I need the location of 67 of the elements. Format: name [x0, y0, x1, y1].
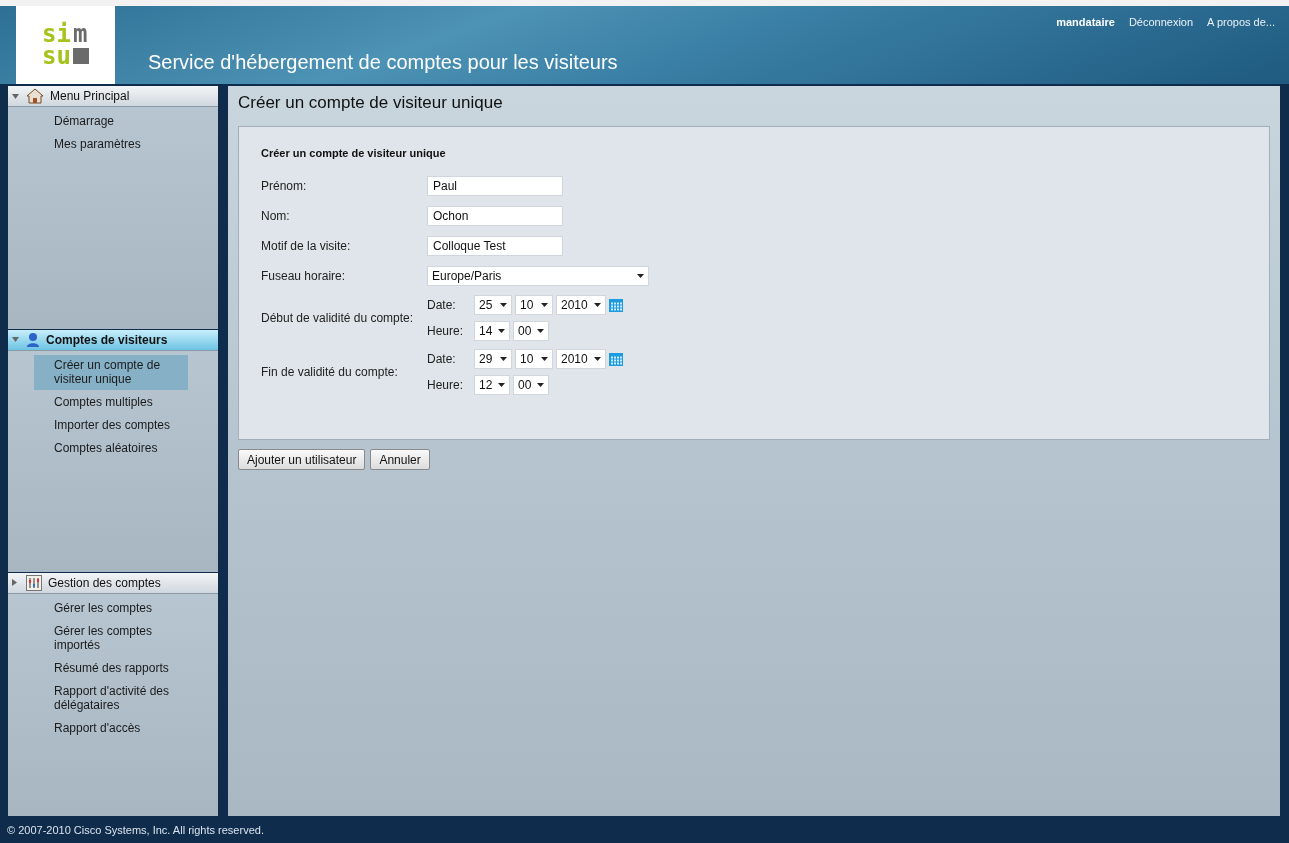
field-label: Prénom: [261, 179, 308, 193]
user-name: mandataire [1056, 16, 1115, 28]
expanded-triangle-icon [12, 93, 19, 99]
dropdown[interactable]: 2010 [556, 349, 606, 369]
dropdown[interactable]: 25 [474, 295, 512, 315]
dropdown[interactable]: 10 [515, 295, 553, 315]
form-button[interactable]: Annuler [370, 449, 430, 470]
dropdown[interactable]: Europe/Paris [427, 266, 649, 286]
form-button[interactable]: Ajouter un utilisateur [238, 449, 366, 470]
copyright-text: © 2007-2010 Cisco Systems, Inc. All rights reserved. [6, 822, 265, 838]
dropdown[interactable]: 29 [474, 349, 512, 369]
expanded-triangle-icon [12, 337, 19, 343]
input-field[interactable]: Ochon [427, 206, 563, 226]
header-link[interactable]: A propos de... [1207, 16, 1275, 28]
field-label: Début de validité du compte: [261, 311, 415, 325]
field-label: Fin de validité du compte: [261, 365, 399, 379]
section-header[interactable]: Gestion des comptes [8, 573, 218, 595]
caret-icon [498, 329, 505, 333]
calendar-icon[interactable] [609, 298, 623, 312]
input-field[interactable]: Paul [427, 176, 563, 196]
sidebar-item[interactable]: Rapport d'accès [34, 718, 188, 740]
dropdown[interactable]: 10 [515, 349, 553, 369]
sliders-icon [26, 575, 42, 592]
logo: sim su [16, 6, 115, 84]
collapsed-triangle-icon [12, 578, 17, 586]
caret-icon [637, 274, 644, 278]
sidebar-item[interactable]: Comptes aléatoires [34, 437, 188, 459]
sidebar-item[interactable]: Résumé des rapports [34, 658, 188, 680]
header-link[interactable]: Déconnexion [1128, 16, 1194, 28]
caret-icon [541, 357, 548, 361]
sidebar-item[interactable]: Démarrage [34, 111, 188, 132]
calendar-icon[interactable] [609, 352, 623, 366]
sidebar-item[interactable]: Importer des comptes [34, 414, 188, 436]
page-title: Créer un compte de visiteur unique [238, 92, 504, 114]
field-label: Fuseau horaire: [261, 269, 347, 283]
dropdown[interactable]: 2010 [556, 295, 606, 315]
sidebar-item[interactable]: Comptes multiples [34, 391, 188, 413]
caret-icon [500, 303, 507, 307]
section-header[interactable]: Comptes de visiteurs [8, 329, 218, 351]
sidebar-item[interactable]: Rapport d'activité des délégataires [34, 681, 188, 717]
sidebar-item[interactable]: Mes paramètres [34, 134, 188, 155]
caret-icon [498, 383, 505, 387]
time-label: Heure: [427, 378, 465, 392]
section-header[interactable]: Menu Principal [8, 86, 218, 107]
sidebar-item[interactable]: Créer un compte de visiteur unique [34, 354, 188, 390]
form-title: Créer un compte de visiteur unique [261, 147, 447, 159]
field-label: Motif de la visite: [261, 239, 352, 253]
dropdown[interactable]: 00 [513, 375, 549, 395]
caret-icon [537, 383, 544, 387]
caret-icon [594, 303, 601, 307]
date-label: Date: [427, 352, 457, 366]
house-icon [26, 88, 44, 104]
user-icon [26, 331, 40, 348]
sidebar-item[interactable]: Gérer les comptes importés [34, 621, 188, 657]
dropdown[interactable]: 12 [474, 375, 510, 395]
input-field[interactable]: Colloque Test [427, 236, 563, 256]
dropdown[interactable]: 00 [513, 321, 549, 341]
field-label: Nom: [261, 209, 291, 223]
caret-icon [537, 329, 544, 333]
app-title: Service d'hébergement de comptes pour les visiteurs [148, 51, 618, 74]
dropdown[interactable]: 14 [474, 321, 510, 341]
caret-icon [541, 303, 548, 307]
time-label: Heure: [427, 324, 465, 338]
sidebar-item[interactable]: Gérer les comptes [34, 598, 188, 620]
caret-icon [500, 357, 507, 361]
date-label: Date: [427, 298, 457, 312]
caret-icon [594, 357, 601, 361]
